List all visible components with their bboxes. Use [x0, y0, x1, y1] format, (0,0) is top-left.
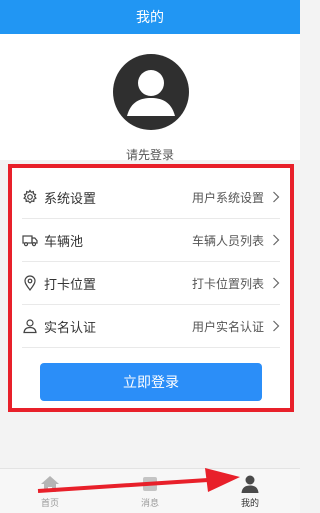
chevron-right-icon: [272, 234, 280, 246]
message-icon: [140, 474, 160, 494]
login-prompt[interactable]: 请先登录: [0, 146, 300, 163]
menu-item-value: 用户系统设置: [191, 190, 264, 205]
user-avatar-icon[interactable]: [113, 54, 189, 130]
tab-label: 我的: [240, 498, 259, 509]
menu-item-real-name-auth[interactable]: 实名认证 用户实名认证: [22, 305, 280, 348]
chevron-right-icon: [272, 191, 280, 203]
tab-messages[interactable]: 消息: [100, 469, 200, 513]
chevron-right-icon: [272, 277, 280, 289]
profile-icon: [240, 474, 260, 494]
menu-item-label: 系统设置: [44, 191, 97, 207]
tab-profile[interactable]: 我的: [200, 469, 300, 513]
menu-item-system-settings[interactable]: 系统设置 用户系统设置: [22, 176, 280, 219]
menu-item-value: 车辆人员列表: [191, 233, 264, 248]
profile-section: 请先登录: [0, 34, 300, 163]
login-button[interactable]: 立即登录: [40, 363, 262, 401]
title-bar: 我的: [0, 0, 300, 34]
menu-item-label: 车辆池: [44, 234, 84, 250]
person-icon: [22, 318, 38, 334]
truck-icon: [22, 232, 38, 248]
tab-home[interactable]: 首页: [0, 469, 100, 513]
page-title: 我的: [136, 10, 164, 26]
menu-item-checkin-location[interactable]: 打卡位置 打卡位置列表: [22, 262, 280, 305]
location-pin-icon: [22, 275, 38, 291]
tab-label: 首页: [40, 498, 59, 509]
menu-item-vehicle-pool[interactable]: 车辆池 车辆人员列表: [22, 219, 280, 262]
menu-item-label: 打卡位置: [44, 277, 97, 293]
menu-item-label: 实名认证: [44, 320, 97, 336]
menu-item-value: 打卡位置列表: [191, 276, 264, 291]
menu-item-value: 用户实名认证: [191, 319, 264, 334]
chevron-right-icon: [272, 320, 280, 332]
bottom-tab-bar: 首页 消息 我的: [0, 468, 300, 513]
home-icon: [40, 474, 60, 494]
settings-panel: 系统设置 用户系统设置 车辆池 车辆人员列表 打卡位置 打卡位置列表 实名认证 …: [8, 164, 294, 412]
gear-icon: [22, 189, 38, 205]
tab-label: 消息: [140, 498, 159, 509]
